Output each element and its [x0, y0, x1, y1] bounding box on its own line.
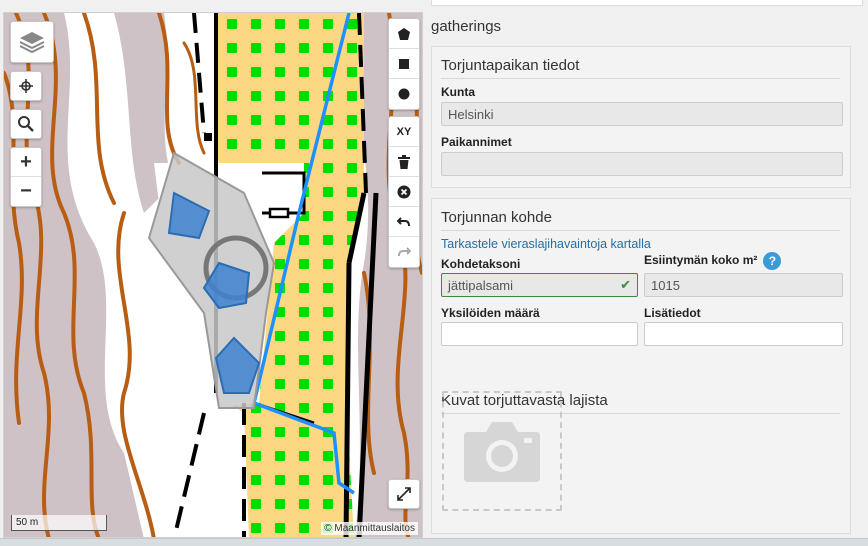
notes-label: Lisätiedot: [644, 306, 701, 320]
check-icon: ✔: [620, 277, 631, 292]
expand-icon: [397, 487, 411, 501]
zoom-control: + −: [10, 147, 42, 207]
place-names-label: Paikannimet: [441, 135, 512, 149]
zoom-in-button[interactable]: +: [11, 148, 41, 178]
map-canvas[interactable]: [4, 13, 423, 538]
undo-icon: [397, 216, 410, 226]
cancel-button[interactable]: [389, 177, 419, 207]
trash-icon: [398, 154, 410, 169]
help-icon[interactable]: ?: [763, 252, 782, 270]
count-field[interactable]: [441, 322, 638, 346]
target-card-title: Torjunnan kohde: [441, 209, 840, 231]
target-card: Torjunnan kohde Tarkastele vieraslajihav…: [431, 198, 851, 534]
form-panel: gatherings Torjuntapaikan tiedot Kunta H…: [427, 0, 868, 546]
app-root: + − XY 50 m © Maanmittauslaitos gatherin…: [0, 0, 868, 546]
count-label: Yksilöiden määrä: [441, 306, 540, 320]
view-observations-link[interactable]: Tarkastele vieraslajihavaintoja kartalla: [441, 237, 651, 251]
taxon-label: Kohdetaksoni: [441, 257, 521, 271]
cancel-icon: [397, 185, 411, 198]
polygon-icon: [398, 27, 410, 40]
section-heading: gatherings: [431, 18, 502, 35]
taxon-field[interactable]: jättipalsami ✔: [441, 273, 638, 297]
zoom-out-button[interactable]: −: [11, 177, 41, 206]
map-attribution: © Maanmittauslaitos: [321, 522, 418, 535]
draw-polygon-button[interactable]: [389, 19, 419, 49]
size-field[interactable]: 1015: [644, 273, 843, 297]
location-card: Torjuntapaikan tiedot Kunta Helsinki Pai…: [431, 46, 851, 188]
draw-rectangle-button[interactable]: [389, 49, 419, 79]
locate-button[interactable]: [10, 71, 42, 101]
bottom-bar: [0, 538, 868, 546]
size-label-row: Esiintymän koko m²?: [644, 252, 782, 270]
municipality-field[interactable]: Helsinki: [441, 102, 843, 126]
municipality-label: Kunta: [441, 85, 475, 99]
delete-button[interactable]: [389, 147, 419, 177]
layers-button[interactable]: [10, 21, 54, 63]
search-button[interactable]: [10, 109, 42, 139]
photo-upload[interactable]: [442, 391, 562, 511]
size-label: Esiintymän koko m²: [644, 253, 758, 268]
scale-bar: 50 m: [11, 515, 107, 531]
map-view[interactable]: + − XY 50 m © Maanmittauslaitos: [3, 12, 423, 538]
layers-icon: [19, 32, 45, 54]
edit-toolbar: XY: [388, 116, 420, 268]
redo-button[interactable]: [389, 237, 419, 267]
place-names-field[interactable]: [441, 152, 843, 176]
redo-icon: [398, 247, 411, 257]
search-icon: [18, 116, 34, 132]
coordinates-button[interactable]: XY: [389, 117, 419, 147]
fullscreen-button[interactable]: [388, 479, 420, 509]
camera-icon: [464, 422, 540, 482]
location-card-title: Torjuntapaikan tiedot: [441, 57, 840, 79]
undo-button[interactable]: [389, 207, 419, 237]
crosshair-icon: [19, 79, 33, 93]
square-icon: [399, 58, 409, 69]
taxon-value: jättipalsami: [448, 278, 514, 293]
notes-field[interactable]: [644, 322, 843, 346]
circle-icon: [398, 88, 410, 100]
draw-toolbar: [388, 18, 420, 110]
draw-circle-button[interactable]: [389, 79, 419, 109]
top-strip: [431, 0, 863, 6]
